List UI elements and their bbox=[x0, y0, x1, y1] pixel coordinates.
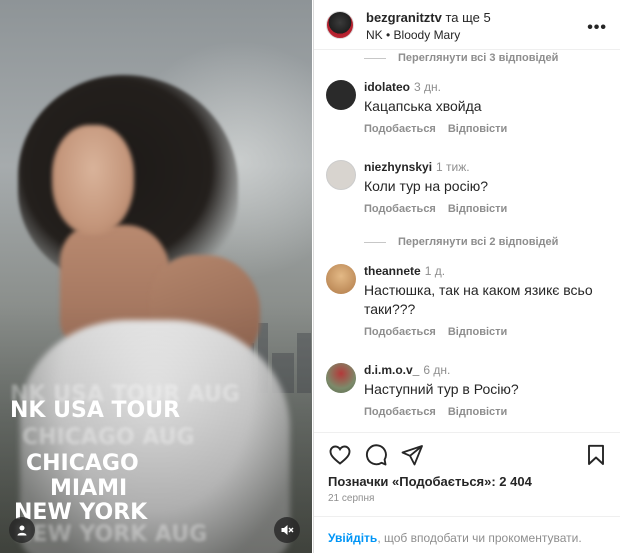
like-button[interactable] bbox=[328, 443, 352, 467]
divider bbox=[364, 241, 386, 243]
comment-time: 6 дн. bbox=[423, 363, 451, 377]
mute-button[interactable] bbox=[274, 517, 300, 543]
commenter-avatar[interactable] bbox=[326, 264, 356, 294]
login-link[interactable]: Увійдіть bbox=[328, 531, 377, 545]
like-comment-button[interactable]: Подобається bbox=[364, 326, 436, 338]
share-button[interactable] bbox=[400, 443, 424, 467]
bookmark-icon bbox=[588, 444, 604, 465]
comment-time: 1 тиж. bbox=[436, 160, 470, 174]
login-prompt: Увійдіть, щоб вподобати чи прокоментуват… bbox=[314, 516, 620, 553]
view-replies-button[interactable]: Переглянути всі 3 відповідей bbox=[364, 52, 558, 64]
reply-button[interactable]: Відповісти bbox=[448, 123, 507, 135]
comment-time: 3 дн. bbox=[414, 80, 441, 94]
share-icon bbox=[401, 445, 423, 466]
login-prompt-text: , щоб вподобати чи прокоментувати. bbox=[377, 531, 582, 545]
more-horizontal-icon: ••• bbox=[587, 19, 607, 36]
save-button[interactable] bbox=[584, 443, 608, 467]
post-media[interactable]: NK USA TOUR AUG NK USA TOUR CHICAGO AUG … bbox=[0, 0, 312, 553]
author-line: bezgranitztv та ще 5 bbox=[366, 10, 491, 25]
tour-title: NK USA TOUR bbox=[10, 398, 181, 423]
post-sidebar: bezgranitztv та ще 5 NK • Bloody Mary ••… bbox=[313, 0, 620, 553]
user-icon bbox=[17, 525, 27, 536]
post-date: 21 серпня bbox=[328, 493, 375, 504]
ghost-text: NEW YORK AUG bbox=[14, 522, 208, 547]
commenter-avatar[interactable] bbox=[326, 160, 356, 190]
comment-text: Коли тур на росію? bbox=[364, 178, 488, 194]
commenter-username[interactable]: niezhynskyi bbox=[364, 160, 432, 174]
divider bbox=[364, 57, 386, 59]
reply-button[interactable]: Відповісти bbox=[448, 406, 507, 418]
heart-icon bbox=[329, 445, 351, 465]
ghost-text: CHICAGO AUG bbox=[22, 425, 195, 450]
like-comment-button[interactable]: Подобається bbox=[364, 203, 436, 215]
likes-count[interactable]: Позначки «Подобається»: 2 404 bbox=[328, 474, 532, 489]
comment-text: Кацапська хвойда bbox=[364, 98, 482, 114]
comment-text: Настюшка, так на каком язикє всьо таки??… bbox=[364, 282, 593, 317]
tour-overlay: NK USA TOUR AUG NK USA TOUR CHICAGO AUG … bbox=[0, 0, 312, 553]
tour-city-chicago: CHICAGO bbox=[26, 451, 139, 476]
view-replies-label: Переглянути всі 2 відповідей bbox=[398, 236, 559, 248]
post-header: bezgranitztv та ще 5 NK • Bloody Mary ••… bbox=[314, 0, 620, 50]
commenter-username[interactable]: idolateo bbox=[364, 80, 410, 94]
author-username[interactable]: bezgranitztv bbox=[366, 10, 442, 25]
tagged-users-button[interactable] bbox=[9, 517, 35, 543]
coauthors-link[interactable]: та ще 5 bbox=[445, 10, 490, 25]
commenter-username[interactable]: theannete bbox=[364, 264, 421, 278]
view-replies-label: Переглянути всі 3 відповідей bbox=[398, 52, 559, 64]
like-comment-button[interactable]: Подобається bbox=[364, 123, 436, 135]
tour-city-miami: MIAMI bbox=[50, 476, 128, 501]
commenter-avatar[interactable] bbox=[326, 80, 356, 110]
author-avatar[interactable] bbox=[326, 11, 354, 39]
more-options-button[interactable]: ••• bbox=[587, 19, 607, 37]
comment-time: 1 д. bbox=[424, 264, 446, 278]
like-comment-button[interactable]: Подобається bbox=[364, 406, 436, 418]
comment-icon bbox=[365, 444, 387, 466]
reply-button[interactable]: Відповісти bbox=[448, 203, 507, 215]
reply-button[interactable]: Відповісти bbox=[448, 326, 507, 338]
comment-button[interactable] bbox=[364, 443, 388, 467]
comments-list: Переглянути всі 3 відповідей idolateo 3 д… bbox=[314, 51, 620, 429]
audio-track[interactable]: NK • Bloody Mary bbox=[366, 28, 460, 42]
commenter-avatar[interactable] bbox=[326, 363, 356, 393]
view-replies-button[interactable]: Переглянути всі 2 відповідей bbox=[364, 236, 558, 248]
post-actions bbox=[314, 432, 620, 476]
speaker-muted-icon bbox=[281, 525, 294, 535]
comment-text: Наступний тур в Росію? bbox=[364, 381, 519, 397]
commenter-username[interactable]: d.i.m.o.v_ bbox=[364, 363, 419, 377]
